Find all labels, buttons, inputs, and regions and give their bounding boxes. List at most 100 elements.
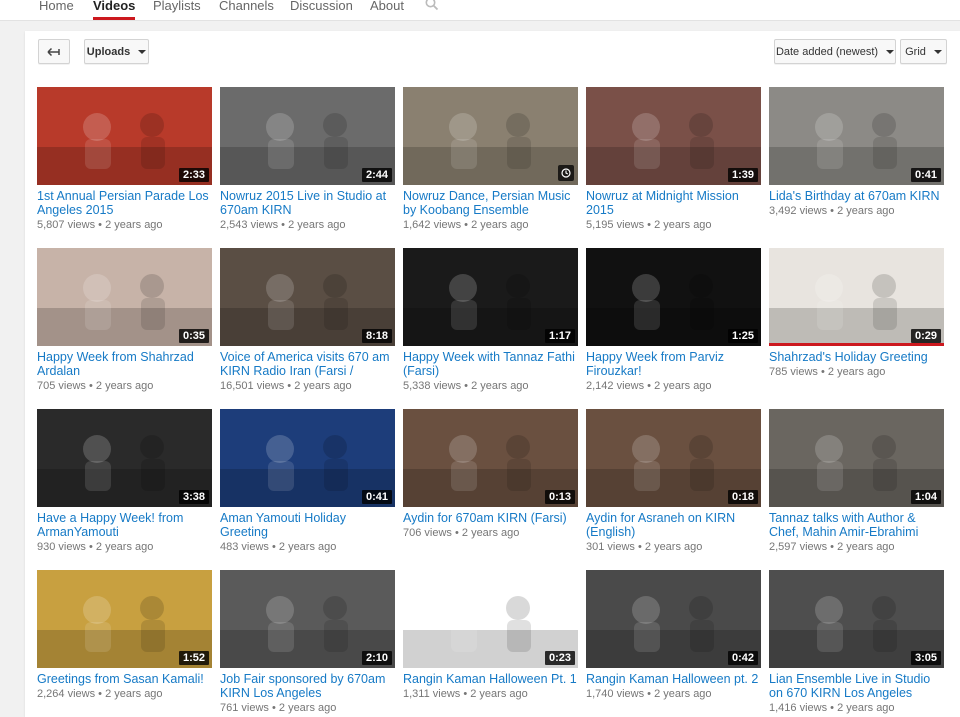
- video-thumbnail[interactable]: 1:17: [403, 248, 578, 346]
- view-count: 5,807 views: [37, 219, 96, 231]
- watch-later-icon[interactable]: [558, 165, 574, 181]
- tab-channels[interactable]: Channels: [219, 0, 274, 20]
- video-title-link[interactable]: Aman Yamouti Holiday Greeting: [220, 511, 395, 539]
- video-thumbnail[interactable]: 0:41: [769, 87, 944, 185]
- video-meta: 483 views • 2 years ago: [220, 540, 395, 554]
- video-card[interactable]: 1:25 Happy Week from Parviz Firouzkar! 2,1…: [586, 248, 761, 393]
- video-title-link[interactable]: Aydin for Asraneh on KIRN (English): [586, 511, 761, 539]
- video-title-link[interactable]: Nowruz Dance, Persian Music by Koobang E…: [403, 189, 578, 217]
- videos-panel: Uploads Date added (newest) Grid 2:33 1st…: [25, 31, 960, 717]
- video-thumbnail[interactable]: 1:25: [586, 248, 761, 346]
- upload-age: 2 years ago: [278, 541, 337, 553]
- watched-progress-bar: [769, 343, 944, 346]
- video-card[interactable]: 2:33 1st Annual Persian Parade Los Angele…: [37, 87, 212, 232]
- video-thumbnail[interactable]: 0:23: [403, 570, 578, 668]
- video-thumbnail[interactable]: 3:05: [769, 570, 944, 668]
- video-title-link[interactable]: Lida's Birthday at 670am KIRN: [769, 189, 944, 203]
- video-thumbnail[interactable]: 0:29: [769, 248, 944, 346]
- search-icon[interactable]: [425, 0, 439, 11]
- video-card[interactable]: 1:52 Greetings from Sasan Kamali! 2,264 vi…: [37, 570, 212, 701]
- video-title-link[interactable]: 1st Annual Persian Parade Los Angeles 20…: [37, 189, 212, 217]
- video-thumbnail[interactable]: 1:52: [37, 570, 212, 668]
- video-thumbnail[interactable]: 3:38: [37, 409, 212, 507]
- video-thumbnail[interactable]: 0:18: [586, 409, 761, 507]
- video-card[interactable]: 0:41 Lida's Birthday at 670am KIRN 3,492 v…: [769, 87, 944, 218]
- video-thumbnail[interactable]: 0:13: [403, 409, 578, 507]
- video-card[interactable]: 0:29 Shahrzad's Holiday Greeting 785 views…: [769, 248, 944, 379]
- upload-age: 2 years ago: [471, 380, 529, 392]
- video-title-link[interactable]: Lian Ensemble Live in Studio on 670 KIRN…: [769, 672, 944, 700]
- sort-dropdown[interactable]: Date added (newest): [774, 39, 896, 64]
- video-title-link[interactable]: Job Fair sponsored by 670am KIRN Los Ang…: [220, 672, 395, 700]
- video-duration: 0:23: [544, 651, 575, 665]
- tab-about[interactable]: About: [370, 0, 404, 20]
- video-duration: 3:05: [910, 651, 941, 665]
- video-card[interactable]: 3:05 Lian Ensemble Live in Studio on 670 …: [769, 570, 944, 715]
- video-title-link[interactable]: Voice of America visits 670 am KIRN Radi…: [220, 350, 395, 378]
- tab-playlists[interactable]: Playlists: [153, 0, 201, 20]
- video-thumbnail[interactable]: 8:18: [220, 248, 395, 346]
- video-duration: 2:33: [178, 168, 209, 182]
- video-thumbnail[interactable]: 1:04: [769, 409, 944, 507]
- video-card[interactable]: 1:17 Happy Week with Tannaz Fathi (Farsi)…: [403, 248, 578, 393]
- video-card[interactable]: 1:39 Nowruz at Midnight Mission 2015 5,195…: [586, 87, 761, 232]
- view-count: 1,740 views: [586, 688, 645, 700]
- upload-age: 2 years ago: [95, 541, 154, 553]
- video-card[interactable]: 1:04 Tannaz talks with Author & Chef, Mah…: [769, 409, 944, 554]
- view-count: 2,597 views: [769, 541, 828, 553]
- video-title-link[interactable]: Rangin Kaman Halloween Pt. 1: [403, 672, 578, 686]
- tab-discussion[interactable]: Discussion: [290, 0, 353, 20]
- tab-home[interactable]: Home: [39, 0, 74, 20]
- view-count: 301 views: [586, 541, 635, 553]
- video-title-link[interactable]: Happy Week from Shahrzad Ardalan: [37, 350, 212, 378]
- video-title-link[interactable]: Greetings from Sasan Kamali!: [37, 672, 212, 686]
- meta-separator: •: [827, 702, 838, 714]
- video-card[interactable]: Nowruz Dance, Persian Music by Koobang E…: [403, 87, 578, 232]
- tab-videos[interactable]: Videos: [93, 0, 136, 20]
- meta-separator: •: [278, 219, 289, 231]
- video-card[interactable]: 0:35 Happy Week from Shahrzad Ardalan 705 …: [37, 248, 212, 393]
- video-title-link[interactable]: Happy Week from Parviz Firouzkar!: [586, 350, 761, 378]
- video-duration: 3:38: [178, 490, 209, 504]
- video-card[interactable]: 0:41 Aman Yamouti Holiday Greeting 483 vie…: [220, 409, 395, 554]
- video-thumbnail[interactable]: 0:42: [586, 570, 761, 668]
- video-title-link[interactable]: Aydin for 670am KIRN (Farsi): [403, 511, 578, 525]
- video-thumbnail[interactable]: 0:41: [220, 409, 395, 507]
- video-thumbnail[interactable]: 0:35: [37, 248, 212, 346]
- chevron-down-icon: [933, 49, 942, 54]
- video-card[interactable]: 8:18 Voice of America visits 670 am KIRN …: [220, 248, 395, 393]
- video-duration: 2:10: [361, 651, 392, 665]
- video-card[interactable]: 0:42 Rangin Kaman Halloween pt. 2 1,740 vi…: [586, 570, 761, 701]
- upload-age: 2 years ago: [837, 205, 895, 217]
- uploads-dropdown[interactable]: Uploads: [84, 39, 149, 64]
- video-title-link[interactable]: Tannaz talks with Author & Chef, Mahin A…: [769, 511, 944, 539]
- video-thumbnail[interactable]: 2:44: [220, 87, 395, 185]
- video-card[interactable]: 2:10 Job Fair sponsored by 670am KIRN Los…: [220, 570, 395, 715]
- video-thumbnail[interactable]: 1:39: [586, 87, 761, 185]
- video-meta: 2,597 views • 2 years ago: [769, 540, 944, 554]
- video-thumbnail[interactable]: [403, 87, 578, 185]
- video-card[interactable]: 0:18 Aydin for Asraneh on KIRN (English) 3…: [586, 409, 761, 554]
- video-meta: 1,642 views • 2 years ago: [403, 218, 578, 232]
- view-dropdown[interactable]: Grid: [900, 39, 947, 64]
- upload-age: 2 years ago: [654, 219, 712, 231]
- video-title-link[interactable]: Nowruz at Midnight Mission 2015: [586, 189, 761, 217]
- meta-separator: •: [284, 380, 295, 392]
- video-thumbnail[interactable]: 2:10: [220, 570, 395, 668]
- video-title-link[interactable]: Nowruz 2015 Live in Studio at 670am KIRN: [220, 189, 395, 217]
- upload-age: 2 years ago: [654, 380, 712, 392]
- video-thumbnail[interactable]: 2:33: [37, 87, 212, 185]
- video-meta: 2,142 views • 2 years ago: [586, 379, 761, 393]
- video-title-link[interactable]: Have a Happy Week! from ArmanYamouti: [37, 511, 212, 539]
- back-button[interactable]: [38, 39, 70, 64]
- video-card[interactable]: 0:23 Rangin Kaman Halloween Pt. 1 1,311 vi…: [403, 570, 578, 701]
- meta-separator: •: [460, 688, 471, 700]
- video-title-link[interactable]: Shahrzad's Holiday Greeting: [769, 350, 944, 364]
- video-card[interactable]: 3:38 Have a Happy Week! from ArmanYamouti…: [37, 409, 212, 554]
- upload-age: 2 years ago: [644, 541, 703, 553]
- video-card[interactable]: 2:44 Nowruz 2015 Live in Studio at 670am …: [220, 87, 395, 232]
- video-card[interactable]: 0:13 Aydin for 670am KIRN (Farsi) 706 view…: [403, 409, 578, 540]
- view-count: 785 views: [769, 366, 818, 378]
- video-title-link[interactable]: Rangin Kaman Halloween pt. 2: [586, 672, 761, 686]
- video-title-link[interactable]: Happy Week with Tannaz Fathi (Farsi): [403, 350, 578, 378]
